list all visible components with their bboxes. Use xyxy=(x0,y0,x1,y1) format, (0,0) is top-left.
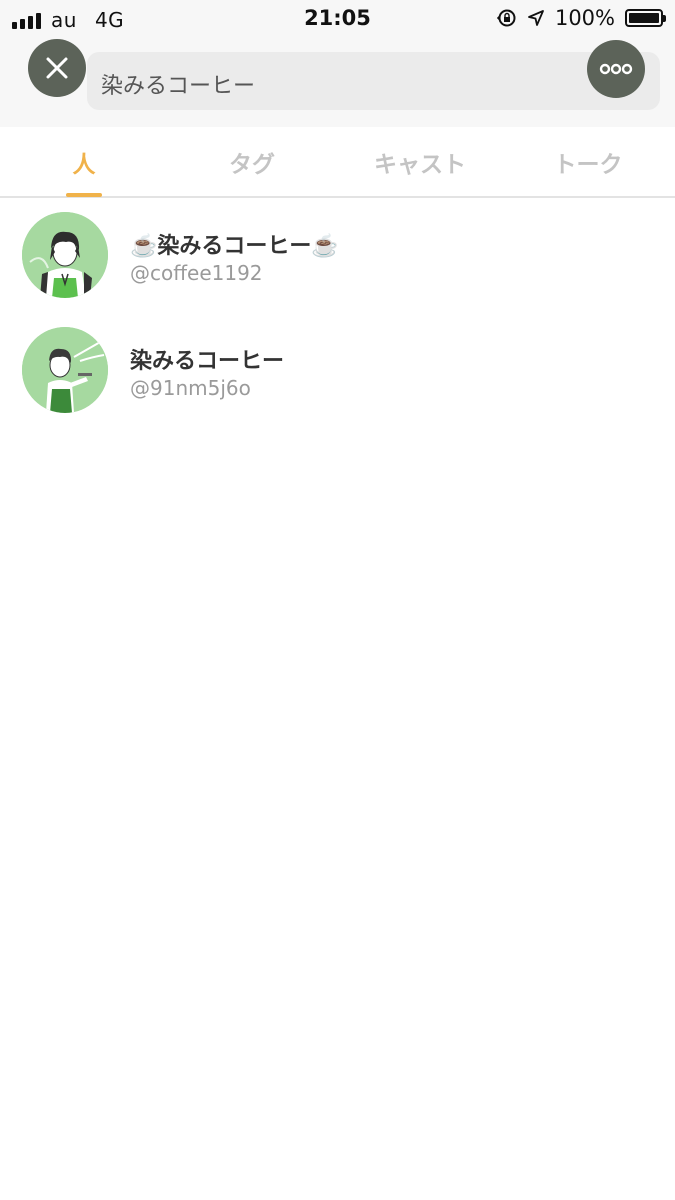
status-right: 100% xyxy=(496,6,666,30)
avatar-illustration xyxy=(22,212,108,298)
user-result-row[interactable]: ☕️染みるコーヒー☕️ @coffee1192 xyxy=(0,198,675,312)
user-handle: @coffee1192 xyxy=(130,261,263,285)
tab-casts[interactable]: キャスト xyxy=(336,127,504,196)
top-area: au 4G 21:05 100% 染みるコーヒー xyxy=(0,0,675,127)
tab-people[interactable]: 人 xyxy=(0,127,168,196)
tab-talks[interactable]: トーク xyxy=(504,127,672,196)
user-result-row[interactable]: 染みるコーヒー @91nm5j6o xyxy=(0,313,675,427)
tab-tags[interactable]: タグ xyxy=(168,127,336,196)
user-display-name: ☕️染みるコーヒー☕️ xyxy=(130,234,339,259)
battery-icon xyxy=(625,9,666,27)
search-results-screen: au 4G 21:05 100% 染みるコーヒー 人 タグ キャスト トーク ☕… xyxy=(0,0,675,1200)
battery-fill xyxy=(629,13,659,23)
more-options-button[interactable] xyxy=(587,40,645,98)
orientation-lock-icon xyxy=(496,9,516,27)
location-arrow-icon xyxy=(528,10,544,26)
tab-bar: 人 タグ キャスト トーク xyxy=(0,127,675,198)
avatar[interactable] xyxy=(22,212,108,298)
close-button[interactable] xyxy=(28,39,86,97)
avatar[interactable] xyxy=(22,327,108,413)
status-bar: au 4G 21:05 100% xyxy=(0,0,675,38)
more-dots-icon xyxy=(599,63,633,75)
battery-percent: 100% xyxy=(554,6,615,30)
close-icon xyxy=(46,57,68,79)
active-tab-indicator xyxy=(66,193,102,197)
search-query-text: 染みるコーヒー xyxy=(101,74,256,99)
user-handle: @91nm5j6o xyxy=(130,376,251,400)
search-input[interactable]: 染みるコーヒー xyxy=(87,52,660,110)
user-display-name: 染みるコーヒー xyxy=(130,349,285,374)
avatar-illustration xyxy=(22,327,108,413)
